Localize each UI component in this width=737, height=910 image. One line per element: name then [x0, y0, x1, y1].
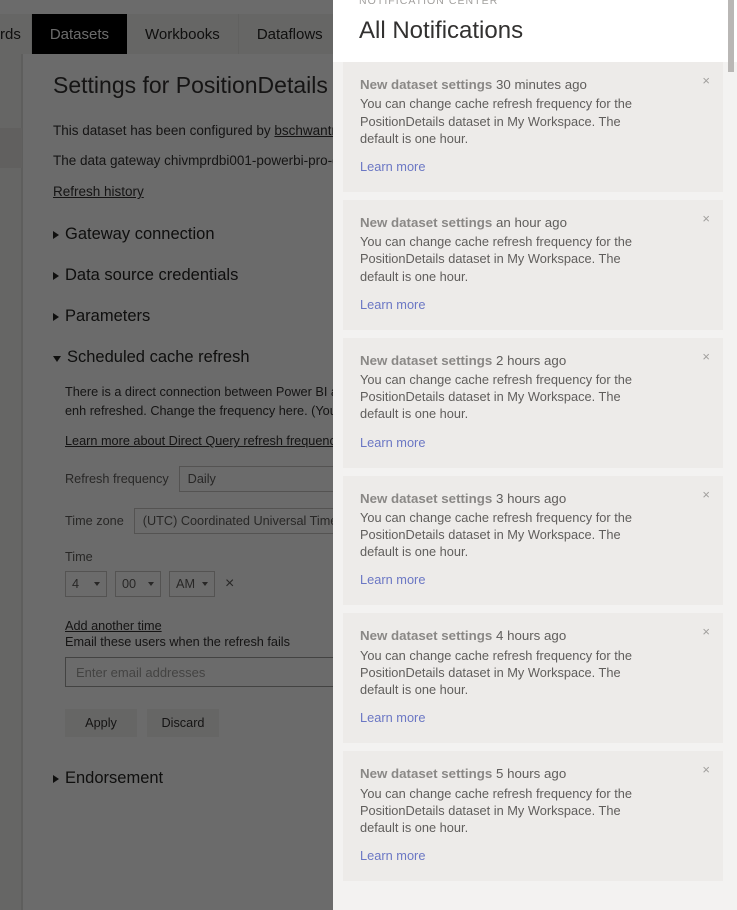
notification-body: You can change cache refresh frequency f… [360, 96, 632, 146]
notification-body: You can change cache refresh frequency f… [360, 786, 632, 836]
left-nav-rail[interactable] [0, 48, 22, 910]
chevron-right-icon [53, 312, 59, 321]
tab-dashboards-label: rds [0, 25, 21, 43]
notification-timestamp: an hour ago [495, 214, 567, 230]
chevron-down-icon [202, 582, 208, 587]
notification-learn-more-link[interactable]: Learn more [360, 297, 425, 312]
notification-learn-more-link[interactable]: Learn more [360, 159, 425, 174]
notification-body: You can change cache refresh frequency f… [360, 372, 632, 422]
notification-learn-more-link[interactable]: Learn more [360, 435, 425, 450]
notification-body: You can change cache refresh frequency f… [360, 510, 632, 560]
close-icon[interactable]: × [699, 209, 713, 228]
notification-panel-scroll-thumb[interactable] [728, 0, 734, 72]
time-meridiem-value: AM [176, 577, 196, 592]
close-icon[interactable]: × [699, 622, 713, 641]
notification-body: You can change cache refresh frequency f… [360, 648, 632, 698]
notification-item[interactable]: New dataset settings 2 hours ago You can… [343, 337, 723, 468]
accordion-parameters-label: Parameters [65, 307, 151, 326]
discard-button[interactable]: Discard [147, 709, 219, 738]
accordion-data-source-credentials-label: Data source credentials [65, 266, 239, 285]
notification-timestamp: 2 hours ago [495, 352, 567, 368]
notification-learn-more-link[interactable]: Learn more [360, 572, 425, 587]
close-icon[interactable]: × [699, 485, 713, 504]
notification-learn-more-link[interactable]: Learn more [360, 710, 425, 725]
time-minute-value: 00 [122, 577, 137, 592]
notification-title-line: New dataset settings 3 hours ago [360, 490, 689, 508]
notification-center-eyebrow: NOTIFICATION CENTER [359, 0, 499, 7]
chevron-down-icon [94, 582, 100, 587]
notification-item[interactable]: New dataset settings an hour ago You can… [343, 199, 723, 330]
notification-body: You can change cache refresh frequency f… [360, 234, 632, 284]
rail-item-4[interactable] [0, 168, 22, 208]
time-zone-label: Time zone [65, 514, 124, 529]
chevron-right-icon [53, 774, 59, 783]
notification-title: New dataset settings [360, 76, 493, 92]
notification-list[interactable]: New dataset settings 30 minutes ago You … [333, 61, 737, 910]
notification-learn-more-link[interactable]: Learn more [360, 848, 425, 863]
direct-query-learn-more-link[interactable]: Learn more about Direct Query refresh fr… [65, 434, 342, 448]
rail-item-1[interactable] [0, 48, 22, 88]
configured-by-text: This dataset has been configured by [53, 122, 275, 138]
tab-dataflows-label: Dataflows [256, 25, 323, 43]
tab-dashboards[interactable]: rds [0, 14, 32, 54]
chevron-right-icon [53, 230, 59, 239]
chevron-down-icon [53, 356, 61, 363]
close-icon[interactable]: × [699, 760, 713, 779]
tab-workbooks[interactable]: Workbooks [127, 14, 239, 54]
time-zone-value: (UTC) Coordinated Universal Time [142, 514, 338, 529]
notification-title-line: New dataset settings 4 hours ago [360, 627, 689, 645]
notification-item[interactable]: New dataset settings 30 minutes ago You … [343, 61, 723, 192]
tab-dataflows[interactable]: Dataflows [238, 14, 342, 54]
accordion-gateway-connection-label: Gateway connection [65, 225, 215, 244]
time-meridiem-select[interactable]: AM [169, 571, 215, 598]
chevron-down-icon [148, 582, 154, 587]
tab-workbooks-label: Workbooks [145, 25, 220, 43]
add-another-time-link[interactable]: Add another time [65, 619, 162, 633]
notification-title: New dataset settings [360, 490, 493, 506]
notification-timestamp: 30 minutes ago [495, 76, 587, 92]
notification-title: New dataset settings [360, 352, 493, 368]
notification-panel-header: NOTIFICATION CENTER All Notifications [333, 0, 737, 62]
time-hour-select[interactable]: 4 [65, 571, 107, 598]
notification-title: New dataset settings [360, 628, 493, 644]
close-icon[interactable]: × [699, 71, 713, 90]
notification-title: New dataset settings [360, 214, 493, 230]
tab-datasets[interactable]: Datasets [31, 14, 128, 54]
rail-item-selected[interactable] [0, 128, 22, 168]
notification-timestamp: 3 hours ago [495, 490, 567, 506]
apply-button[interactable]: Apply [65, 709, 137, 738]
notification-panel-title: All Notifications [359, 16, 524, 44]
refresh-frequency-value: Daily [187, 472, 216, 487]
notification-timestamp: 4 hours ago [495, 628, 567, 644]
notification-title-line: New dataset settings 5 hours ago [360, 765, 689, 783]
notification-title-line: New dataset settings 2 hours ago [360, 352, 689, 370]
screen: rds Datasets Workbooks Dataflows Setting… [0, 0, 737, 910]
notification-item[interactable]: New dataset settings 4 hours ago You can… [343, 613, 723, 744]
notification-title-line: New dataset settings an hour ago [360, 214, 689, 232]
tab-datasets-label: Datasets [49, 25, 110, 43]
remove-time-icon[interactable]: × [223, 576, 236, 592]
notification-timestamp: 5 hours ago [495, 766, 567, 782]
notification-item[interactable]: New dataset settings 3 hours ago You can… [343, 475, 723, 606]
refresh-history-link[interactable]: Refresh history [53, 184, 144, 199]
close-icon[interactable]: × [699, 347, 713, 366]
refresh-frequency-label: Refresh frequency [65, 472, 169, 487]
notification-title: New dataset settings [360, 766, 493, 782]
notification-item[interactable]: New dataset settings 5 hours ago You can… [343, 751, 723, 882]
time-minute-select[interactable]: 00 [115, 571, 161, 598]
accordion-scheduled-cache-refresh-label: Scheduled cache refresh [67, 348, 250, 367]
rail-item-2[interactable] [0, 88, 22, 128]
time-hour-value: 4 [72, 577, 80, 592]
notification-center-panel: NOTIFICATION CENTER All Notifications Ne… [333, 0, 737, 910]
accordion-endorsement-label: Endorsement [65, 769, 164, 788]
notification-title-line: New dataset settings 30 minutes ago [360, 76, 689, 94]
notification-panel-scrollbar[interactable] [727, 0, 734, 910]
chevron-right-icon [53, 271, 59, 280]
